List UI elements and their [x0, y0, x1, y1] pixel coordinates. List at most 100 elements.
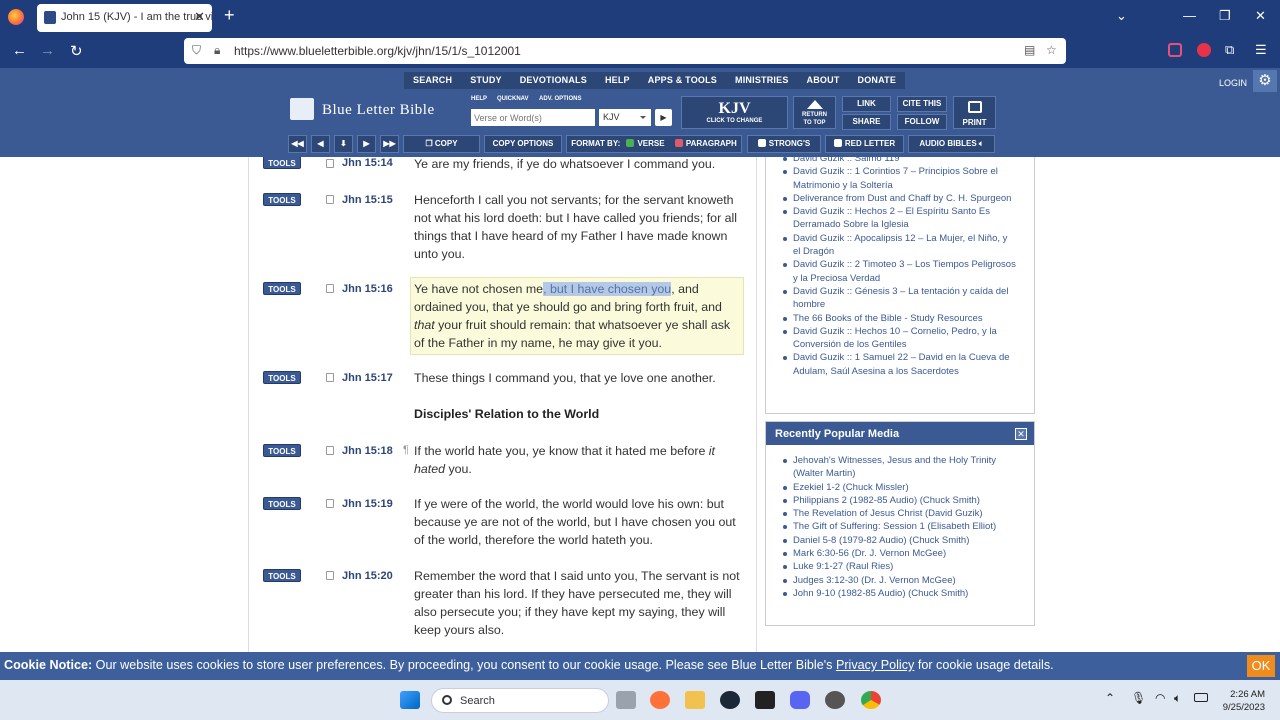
privacy-policy-link[interactable]: Privacy Policy [836, 658, 914, 672]
file-explorer-icon[interactable] [685, 691, 705, 709]
link-button[interactable]: LINK [842, 96, 891, 112]
wifi-icon[interactable]: ◠ [1155, 691, 1165, 705]
resource-link[interactable]: David Guzik :: Apocalipsis 12 – La Mujer… [783, 232, 1016, 259]
resource-link[interactable]: David Guzik :: Hechos 10 – Cornelio, Ped… [783, 325, 1016, 352]
extension-icon[interactable] [1197, 43, 1211, 57]
close-panel-icon[interactable]: ✕ [1015, 428, 1027, 440]
nav-ministries[interactable]: MINISTRIES [726, 72, 798, 89]
battery-icon[interactable] [1194, 693, 1208, 702]
resource-link[interactable]: David Guzik :: 1 Samuel 22 – David en la… [783, 351, 1016, 378]
copy-verse-icon[interactable] [326, 446, 334, 455]
resource-link[interactable]: David Guzik :: 2 Timoteo 3 – Los Tiempos… [783, 258, 1016, 285]
reader-view-icon[interactable]: ▤ [1024, 43, 1035, 57]
microphone-icon[interactable]: 🎙︎ [1131, 691, 1146, 705]
nav-search[interactable]: SEARCH [404, 72, 461, 89]
logo-book-icon[interactable] [290, 98, 314, 120]
firefox-taskbar-icon[interactable] [650, 691, 670, 709]
media-link[interactable]: The Revelation of Jesus Christ (David Gu… [783, 507, 1016, 520]
prev-chapter-icon[interactable]: ◀ [311, 135, 330, 153]
paragraph-label[interactable]: PARAGRAPH [686, 139, 737, 148]
jump-down-icon[interactable]: ⬇ [334, 135, 353, 153]
tray-chevron-icon[interactable]: ⌃ [1105, 691, 1115, 705]
url-text[interactable]: https://www.blueletterbible.org/kjv/jhn/… [234, 44, 521, 58]
strongs-checkbox[interactable] [757, 139, 766, 147]
nav-about[interactable]: ABOUT [798, 72, 849, 89]
menu-icon[interactable]: ☰ [1255, 42, 1267, 58]
red-letter-checkbox[interactable] [833, 139, 842, 147]
next-chapter-icon[interactable]: ▶ [357, 135, 376, 153]
media-link[interactable]: The Gift of Suffering: Session 1 (Elisab… [783, 520, 1016, 533]
chrome-icon[interactable] [861, 691, 881, 709]
media-link[interactable]: Mark 6:30-56 (Dr. J. Vernon McGee) [783, 547, 1016, 560]
copy-verse-icon[interactable] [326, 284, 334, 293]
tools-button[interactable]: TOOLS [263, 282, 301, 295]
strongs-toggle[interactable]: STRONG'S [747, 135, 821, 153]
tools-button[interactable]: TOOLS [263, 193, 301, 206]
close-tab-icon[interactable]: ✕ [194, 9, 205, 25]
media-link[interactable]: Philippians 2 (1982-85 Audio) (Chuck Smi… [783, 494, 1016, 507]
media-link[interactable]: Ezekiel 1-2 (Chuck Missler) [783, 481, 1016, 494]
copy-verse-icon[interactable] [326, 195, 334, 204]
copy-verse-icon[interactable] [326, 159, 334, 168]
close-window-icon[interactable]: ✕ [1255, 8, 1266, 24]
verse-search-input[interactable] [471, 109, 595, 126]
media-link[interactable]: Luke 9:1-27 (Raul Ries) [783, 560, 1016, 573]
media-link[interactable]: Daniel 5-8 (1979-82 Audio) (Chuck Smith) [783, 534, 1016, 547]
gear-icon[interactable]: ⚙ [1253, 70, 1277, 92]
resource-link[interactable]: David Guzik :: 1 Corintios 7 – Principio… [783, 165, 1016, 192]
paragraph-checkbox[interactable] [674, 139, 683, 147]
epic-games-icon[interactable] [755, 691, 775, 709]
adv-options-link[interactable]: ADV. OPTIONS [539, 96, 581, 102]
login-link[interactable]: LOGIN [1219, 78, 1247, 88]
app-icon[interactable] [825, 691, 845, 709]
verse-label[interactable]: VERSE [637, 139, 664, 148]
nav-study[interactable]: STUDY [461, 72, 511, 89]
media-link[interactable]: Judges 3:12-30 (Dr. J. Vernon McGee) [783, 574, 1016, 587]
search-help-link[interactable]: HELP [471, 96, 487, 102]
return-to-top-button[interactable]: RETURN TO TOP [793, 96, 836, 129]
discord-icon[interactable] [790, 691, 810, 709]
maximize-icon[interactable]: ❐ [1219, 8, 1231, 24]
windows-start-icon[interactable] [400, 691, 420, 709]
resource-link[interactable]: David Guzik :: Hechos 2 – El Espíritu Sa… [783, 205, 1016, 232]
verse-ref[interactable]: Jhn 15:15 [342, 194, 393, 206]
copy-verse-icon[interactable] [326, 373, 334, 382]
pocket-icon[interactable] [1168, 43, 1182, 57]
resource-link[interactable]: David Guzik :: Salmo 119 [783, 152, 1016, 165]
minimize-icon[interactable]: — [1183, 8, 1196, 23]
search-go-button[interactable]: ▶ [655, 109, 672, 126]
verse-ref[interactable]: Jhn 15:18 [342, 445, 393, 457]
copy-verse-icon[interactable] [326, 499, 334, 508]
share-button[interactable]: SHARE [842, 114, 891, 130]
cite-this-button[interactable]: CITE THIS [897, 96, 947, 112]
nav-help[interactable]: HELP [596, 72, 639, 89]
resource-link[interactable]: The 66 Books of the Bible - Study Resour… [783, 312, 1016, 325]
verse-ref[interactable]: Jhn 15:14 [342, 157, 393, 169]
red-letter-toggle[interactable]: RED LETTER [825, 135, 904, 153]
nav-donate[interactable]: DONATE [849, 72, 906, 89]
tools-button[interactable]: TOOLS [263, 497, 301, 510]
task-view-icon[interactable] [616, 691, 636, 709]
media-link[interactable]: John 9-10 (1982-85 Audio) (Chuck Smith) [783, 587, 1016, 600]
taskbar-search[interactable]: Search [431, 688, 609, 713]
site-logo[interactable]: Blue Letter Bible [322, 102, 435, 119]
tools-button[interactable]: TOOLS [263, 569, 301, 582]
steam-icon[interactable] [720, 691, 740, 709]
verse-checkbox[interactable] [626, 139, 635, 147]
tools-button[interactable]: TOOLS [263, 157, 301, 169]
browser-tab[interactable]: John 15 (KJV) - I am the true vin ✕ [37, 4, 212, 32]
copy-button[interactable]: ❐ COPY [403, 135, 480, 153]
volume-icon[interactable]: 🔈︎ [1174, 691, 1181, 706]
last-chapter-icon[interactable]: ▶▶ [380, 135, 399, 153]
cookie-ok-button[interactable]: OK [1247, 655, 1275, 677]
verse-ref[interactable]: Jhn 15:16 [342, 283, 393, 295]
quicknav-link[interactable]: QUICKNAV [497, 96, 529, 102]
extensions-icon[interactable]: ⧉ [1225, 42, 1234, 58]
tools-button[interactable]: TOOLS [263, 371, 301, 384]
nav-apps-tools[interactable]: APPS & TOOLS [639, 72, 726, 89]
nav-devotionals[interactable]: DEVOTIONALS [511, 72, 596, 89]
new-tab-icon[interactable]: + [224, 5, 235, 26]
firefox-icon[interactable] [8, 9, 24, 25]
copy-options-button[interactable]: COPY OPTIONS [484, 135, 562, 153]
verse-ref[interactable]: Jhn 15:19 [342, 498, 393, 510]
